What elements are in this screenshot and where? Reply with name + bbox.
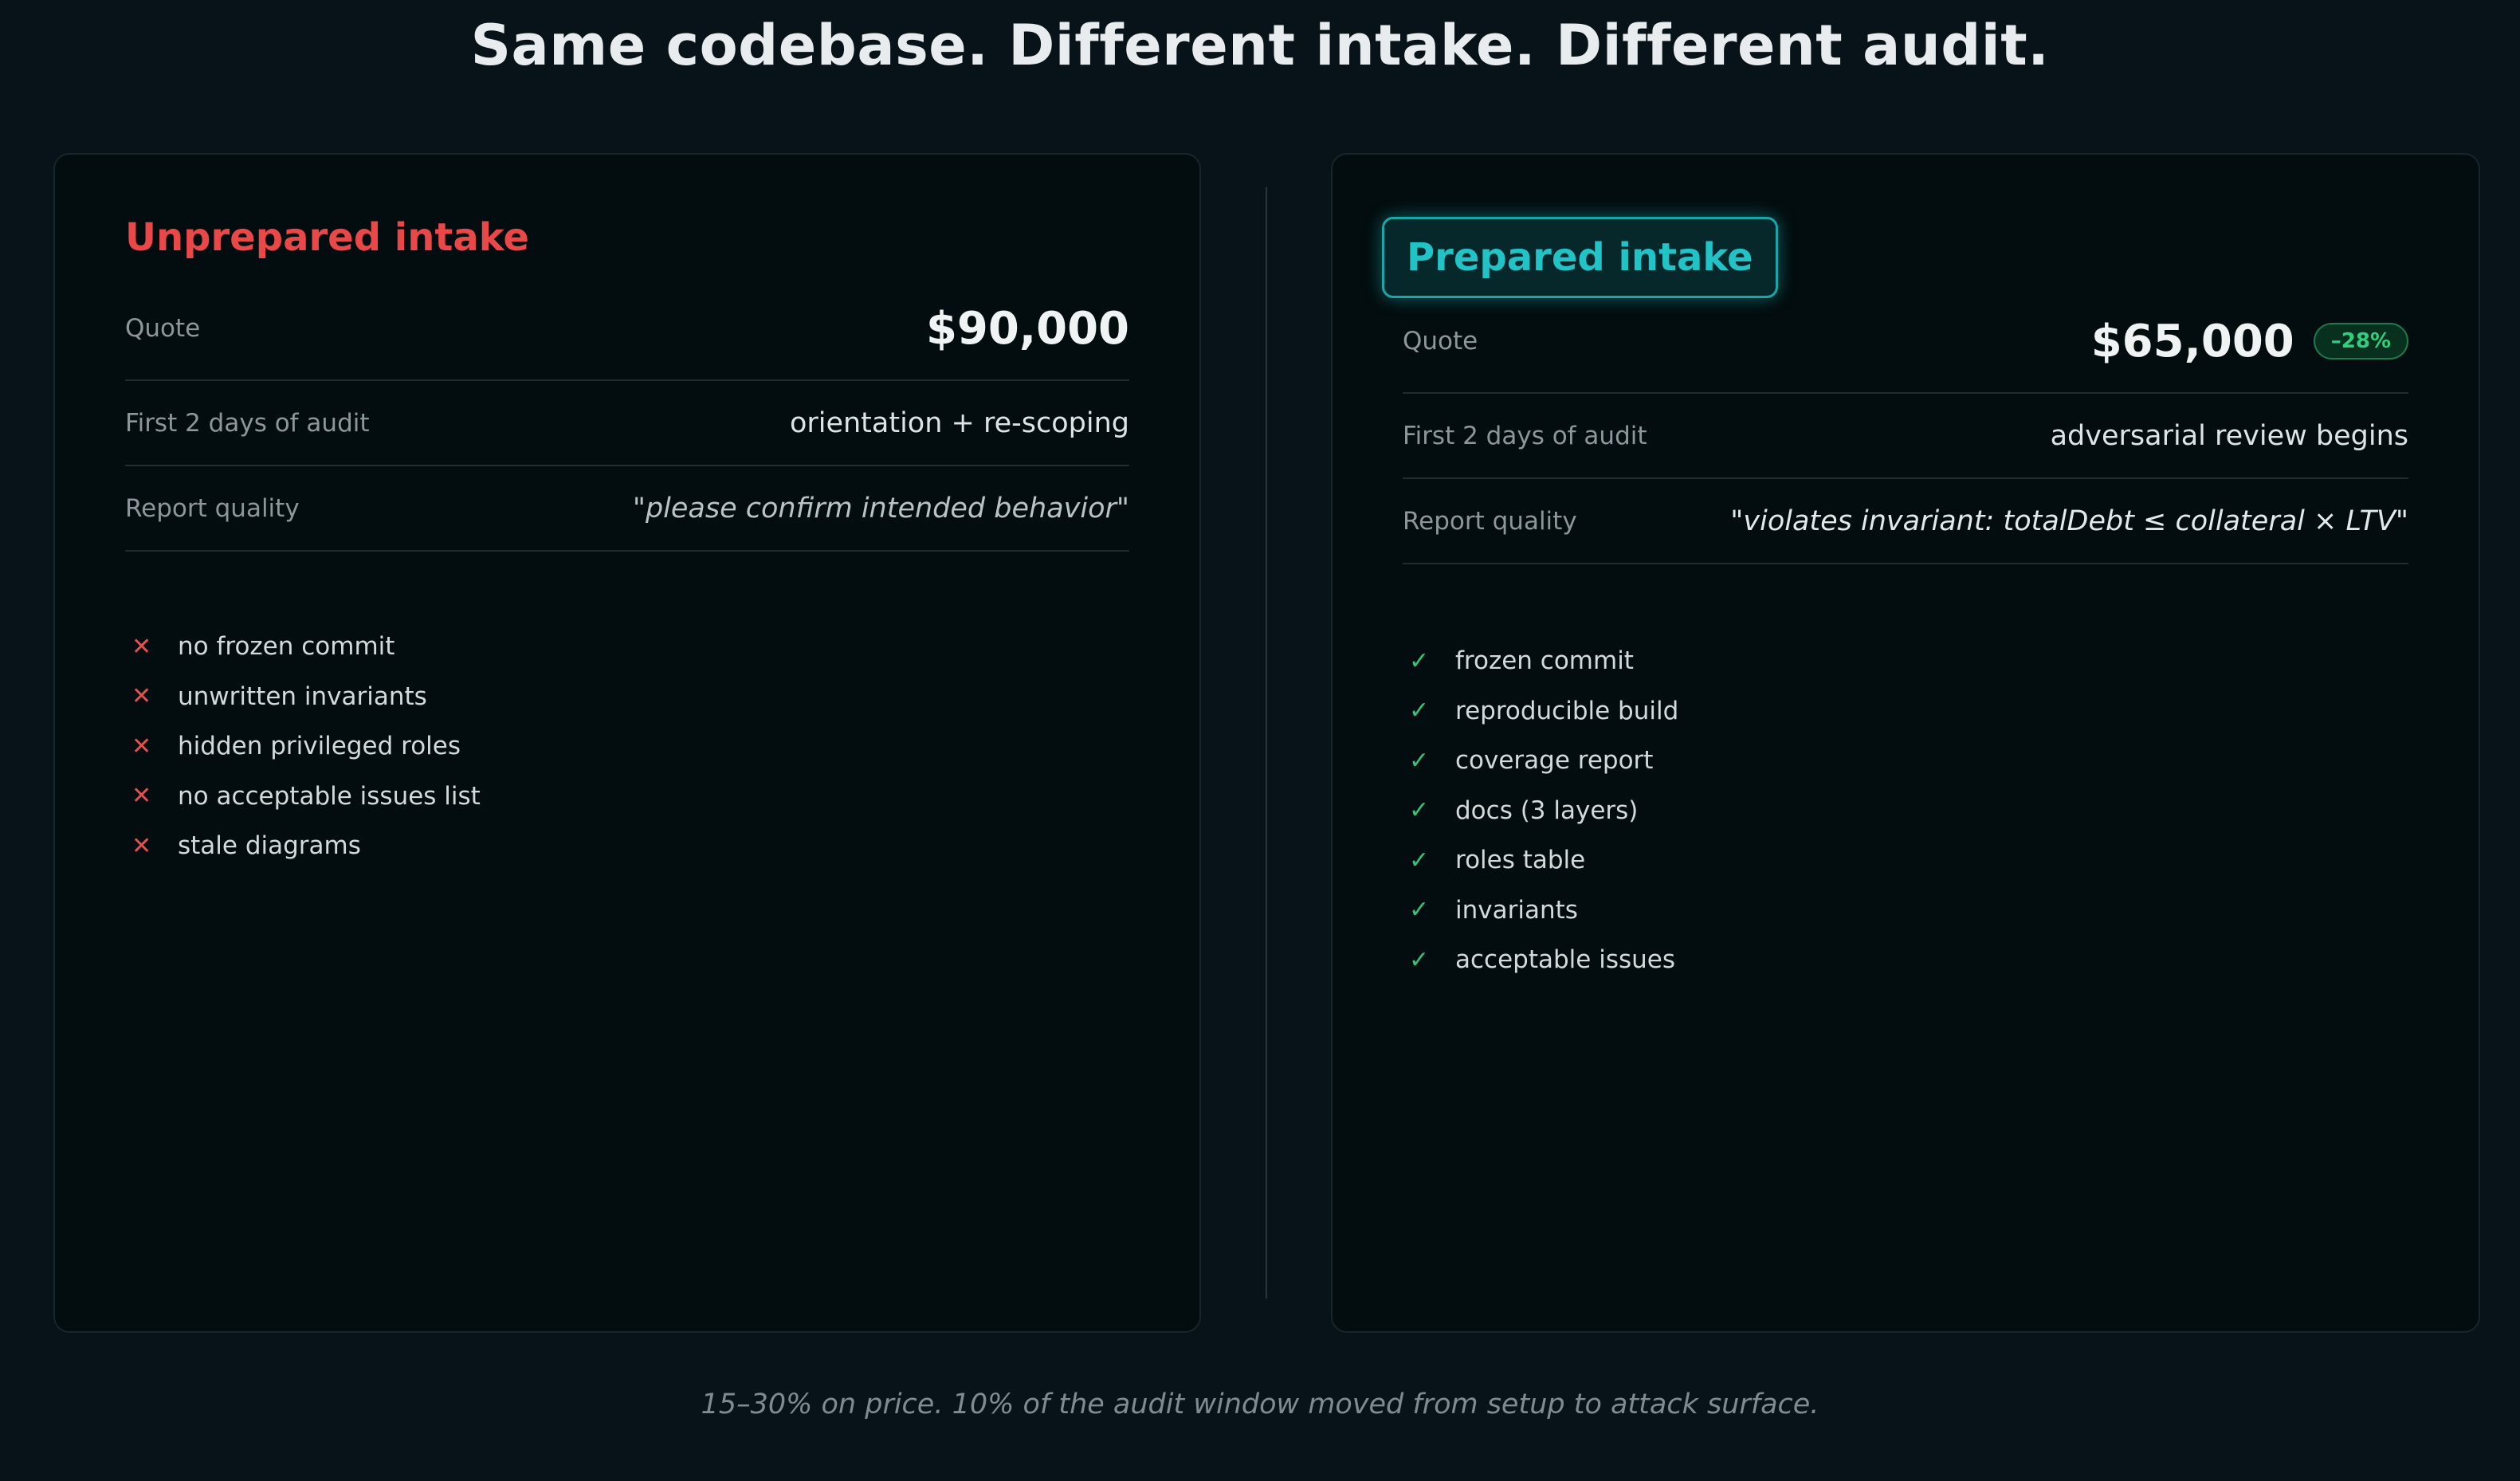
list-item: ✓ roles table xyxy=(1403,835,1678,886)
x-icon: ✕ xyxy=(131,632,152,661)
list-item-label: frozen commit xyxy=(1455,646,1634,676)
list-item-label: stale diagrams xyxy=(178,831,361,861)
days-label: First 2 days of audit xyxy=(125,408,370,438)
unprepared-quote-row: Quote $90,000 xyxy=(125,277,1129,381)
prepared-title: Prepared intake xyxy=(1382,217,1778,298)
quote-value: $65,000 xyxy=(2090,315,2294,367)
check-icon: ✓ xyxy=(1409,945,1430,974)
quote-label: Quote xyxy=(1403,327,1478,356)
panel-divider xyxy=(1266,187,1267,1298)
list-item-label: no frozen commit xyxy=(178,632,395,662)
check-icon: ✓ xyxy=(1409,846,1430,874)
x-icon: ✕ xyxy=(131,831,152,860)
list-item: ✓ invariants xyxy=(1403,886,1678,936)
check-icon: ✓ xyxy=(1409,746,1430,775)
check-icon: ✓ xyxy=(1409,697,1430,725)
footer-note: 15–30% on price. 10% of the audit window… xyxy=(701,1389,1819,1420)
unprepared-checklist: ✕ no frozen commit ✕ unwritten invariants … xyxy=(125,622,481,871)
list-item: ✓ coverage report xyxy=(1403,736,1678,786)
days-value: adversarial review begins xyxy=(2050,419,2408,452)
quote-value-group: $65,000 –28% xyxy=(2091,316,2408,367)
list-item-label: unwritten invariants xyxy=(178,682,427,711)
days-label: First 2 days of audit xyxy=(1403,421,1647,450)
unprepared-days-row: First 2 days of audit orientation + re-s… xyxy=(125,381,1129,466)
prepared-report-row: Report quality "violates invariant: tota… xyxy=(1403,479,2408,564)
unprepared-panel: Unprepared intake Quote $90,000 First 2 … xyxy=(53,153,1201,1333)
list-item-label: no acceptable issues list xyxy=(178,781,481,811)
prepared-quote-row: Quote $65,000 –28% xyxy=(1403,290,2408,394)
unprepared-metrics: Quote $90,000 First 2 days of audit orie… xyxy=(125,277,1129,552)
list-item-label: invariants xyxy=(1455,895,1578,925)
list-item: ✓ docs (3 layers) xyxy=(1403,786,1678,836)
savings-badge: –28% xyxy=(2313,323,2408,359)
report-label: Report quality xyxy=(1403,506,1577,536)
list-item: ✕ no frozen commit xyxy=(125,622,481,672)
list-item: ✓ reproducible build xyxy=(1403,686,1678,737)
list-item: ✓ frozen commit xyxy=(1403,636,1678,686)
list-item-label: acceptable issues xyxy=(1455,945,1675,975)
list-item: ✕ hidden privileged roles xyxy=(125,721,481,772)
prepared-metrics: Quote $65,000 –28% First 2 days of audit… xyxy=(1403,290,2408,564)
quote-value: $90,000 xyxy=(925,302,1129,355)
check-icon: ✓ xyxy=(1409,646,1430,675)
unprepared-report-row: Report quality "please confirm intended … xyxy=(125,466,1129,552)
report-value: "please confirm intended behavior" xyxy=(632,492,1129,524)
list-item-label: reproducible build xyxy=(1455,696,1679,725)
unprepared-title: Unprepared intake xyxy=(125,215,529,260)
x-icon: ✕ xyxy=(131,782,152,811)
list-item: ✓ acceptable issues xyxy=(1403,935,1678,985)
report-value: "violates invariant: totalDebt ≤ collate… xyxy=(1730,505,2408,537)
prepared-panel: Prepared intake Quote $65,000 –28% First… xyxy=(1331,153,2480,1333)
x-icon: ✕ xyxy=(131,732,152,760)
list-item: ✕ no acceptable issues list xyxy=(125,772,481,822)
prepared-days-row: First 2 days of audit adversarial review… xyxy=(1403,394,2408,479)
check-icon: ✓ xyxy=(1409,896,1430,925)
list-item-label: docs (3 layers) xyxy=(1455,795,1639,825)
list-item-label: hidden privileged roles xyxy=(178,732,461,761)
days-value: orientation + re-scoping xyxy=(789,407,1129,439)
page-headline: Same codebase. Different intake. Differe… xyxy=(470,13,2050,78)
check-icon: ✓ xyxy=(1409,796,1430,825)
list-item-label: roles table xyxy=(1455,846,1586,875)
x-icon: ✕ xyxy=(131,682,152,711)
report-label: Report quality xyxy=(125,493,300,523)
list-item: ✕ unwritten invariants xyxy=(125,672,481,722)
quote-label: Quote xyxy=(125,314,201,343)
list-item-label: coverage report xyxy=(1455,746,1654,776)
prepared-checklist: ✓ frozen commit ✓ reproducible build ✓ cove… xyxy=(1403,636,1678,985)
list-item: ✕ stale diagrams xyxy=(125,821,481,871)
